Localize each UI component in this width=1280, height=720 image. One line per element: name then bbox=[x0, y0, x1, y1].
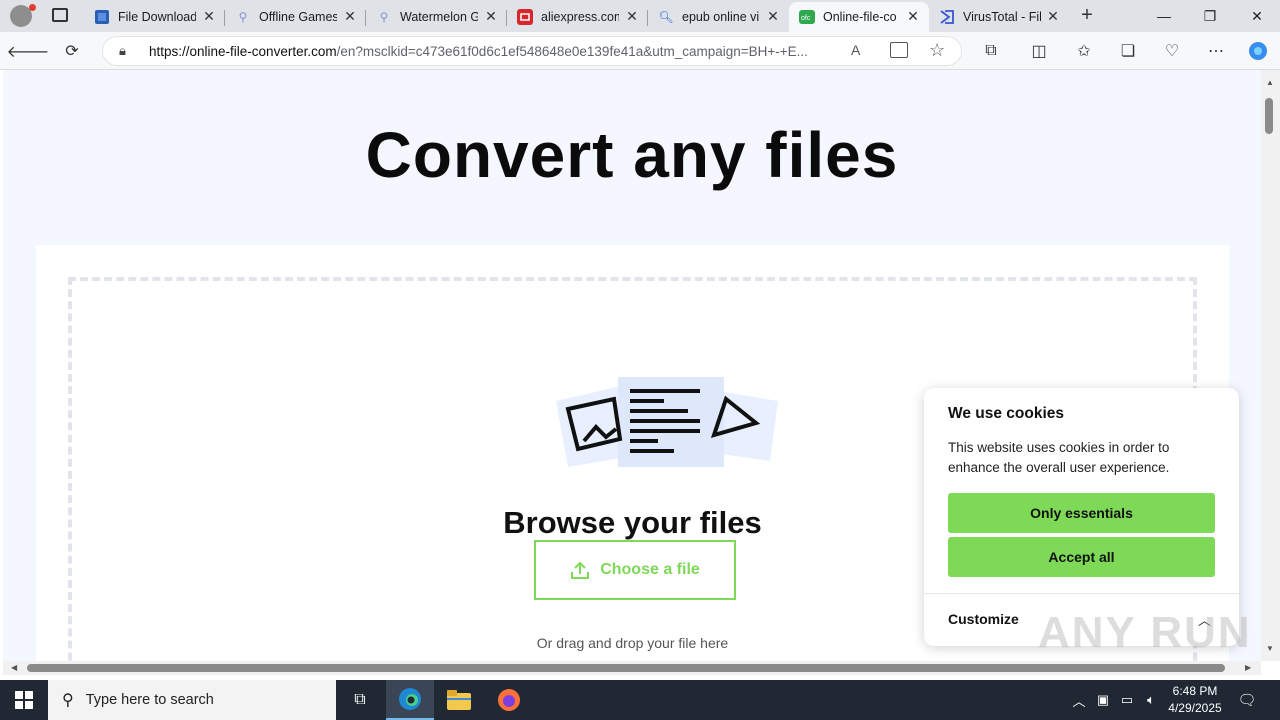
address-bar[interactable]: 🔒︎ https://online-file-converter.com/en?… bbox=[102, 36, 962, 66]
scroll-left-icon[interactable]: ◀ bbox=[11, 663, 17, 672]
aliexpress-icon bbox=[517, 9, 533, 25]
tab-title: Offline Games bbox=[259, 10, 337, 24]
close-window-button[interactable]: ✕ bbox=[1234, 0, 1280, 32]
system-clock[interactable]: 6:48 PM 4/29/2025 bbox=[1160, 683, 1230, 717]
upload-icon bbox=[571, 561, 590, 579]
tab-watermelon[interactable]: ⚲ Watermelon G ✕ bbox=[366, 2, 507, 32]
minimize-button[interactable]: — bbox=[1141, 0, 1187, 32]
tab-title: Online-file-co bbox=[823, 10, 897, 24]
vertical-scrollbar[interactable]: ▲ ▼ bbox=[1261, 70, 1280, 661]
search-icon: 🔍︎ bbox=[658, 10, 674, 24]
split-screen-icon[interactable]: ◫ bbox=[1028, 40, 1050, 62]
settings-more-icon[interactable]: ⋯ bbox=[1205, 40, 1227, 62]
close-icon[interactable]: ✕ bbox=[905, 8, 921, 24]
clock-time: 6:48 PM bbox=[1172, 684, 1218, 698]
browser-essentials-icon[interactable]: ♡ bbox=[1161, 40, 1183, 62]
close-icon[interactable]: ✕ bbox=[483, 8, 499, 24]
page-title: Convert any files bbox=[365, 119, 899, 191]
tab-offline-games[interactable]: ⚲ Offline Games ✕ bbox=[225, 2, 366, 32]
copilot-icon[interactable] bbox=[1247, 40, 1269, 62]
word-icon bbox=[94, 9, 110, 25]
windows-taskbar: ⚲ Type here to search ⧉ ︿ ▣ ▭ 🔈︎ 6:48 PM… bbox=[0, 680, 1280, 720]
ofc-icon: ofc bbox=[799, 9, 815, 25]
network-adapter-icon[interactable]: ▣ bbox=[1094, 691, 1112, 709]
favorite-star-icon[interactable]: ☆ bbox=[929, 40, 945, 61]
refresh-icon[interactable]: ⟳ bbox=[61, 40, 83, 62]
close-icon[interactable]: ✕ bbox=[1045, 8, 1061, 24]
site-icon: ⚲ bbox=[379, 10, 389, 24]
anyrun-watermark: ANY RUN bbox=[1038, 608, 1252, 657]
close-icon[interactable]: ✕ bbox=[765, 8, 781, 24]
scroll-up-icon[interactable]: ▲ bbox=[1266, 78, 1274, 87]
volume-icon[interactable]: 🔈︎ bbox=[1142, 691, 1160, 709]
browser-toolbar: 🡐 ⟳ 🔒︎ https://online-file-converter.com… bbox=[0, 32, 1280, 70]
scroll-right-icon[interactable]: ▶ bbox=[1245, 663, 1251, 672]
file-types-illustration bbox=[556, 377, 778, 467]
tab-title: aliexpress.com bbox=[541, 10, 619, 24]
choose-file-button[interactable]: Choose a file bbox=[534, 540, 736, 600]
search-placeholder: Type here to search bbox=[85, 692, 214, 708]
tab-title: Watermelon G bbox=[400, 10, 478, 24]
customize-toggle[interactable]: Customize bbox=[948, 611, 1019, 627]
lock-icon[interactable]: 🔒︎ bbox=[119, 43, 126, 59]
read-aloud-icon[interactable]: A bbox=[851, 42, 860, 58]
tab-strip: File Download ✕ ⚲ Offline Games ✕ ⚲ Wate… bbox=[0, 0, 1280, 32]
windows-icon bbox=[15, 691, 33, 709]
tab-aliexpress[interactable]: aliexpress.com ✕ bbox=[507, 2, 648, 32]
extensions-icon[interactable]: ⧉ bbox=[980, 40, 1002, 62]
notifications-icon[interactable]: 🗨︎ bbox=[1237, 691, 1256, 709]
only-essentials-button[interactable]: Only essentials bbox=[948, 493, 1215, 533]
file-explorer-icon[interactable] bbox=[435, 680, 483, 720]
show-hidden-icons-icon[interactable]: ︿ bbox=[1070, 691, 1088, 709]
close-icon[interactable]: ✕ bbox=[342, 8, 358, 24]
start-button[interactable] bbox=[0, 680, 48, 720]
close-icon[interactable]: ✕ bbox=[624, 8, 640, 24]
network-icon[interactable]: ▭ bbox=[1118, 691, 1136, 709]
edge-taskbar-icon[interactable] bbox=[386, 680, 434, 720]
url-text: https://online-file-converter.com/en?msc… bbox=[149, 44, 808, 59]
task-view-button[interactable]: ⧉ bbox=[336, 680, 384, 720]
back-icon[interactable]: 🡐 bbox=[7, 40, 50, 62]
tab-title: epub online vi bbox=[682, 10, 760, 24]
divider bbox=[924, 593, 1239, 594]
profile-icon[interactable] bbox=[10, 4, 36, 27]
tab-title: VirusTotal - Fil bbox=[963, 10, 1041, 24]
svg-text:ofc: ofc bbox=[801, 15, 811, 22]
tab-actions-icon[interactable] bbox=[52, 8, 68, 22]
favorites-icon[interactable]: ✩ bbox=[1073, 40, 1095, 62]
vertical-scroll-thumb[interactable] bbox=[1265, 98, 1273, 134]
horizontal-scroll-thumb[interactable] bbox=[27, 664, 1225, 672]
search-icon: ⚲ bbox=[62, 692, 74, 709]
clock-date: 4/29/2025 bbox=[1168, 701, 1222, 715]
cookie-description: This website uses cookies in order to en… bbox=[948, 440, 1170, 475]
tab-online-file-converter[interactable]: ofc Online-file-co ✕ bbox=[789, 2, 929, 32]
scroll-down-icon[interactable]: ▼ bbox=[1266, 644, 1274, 653]
taskbar-search[interactable]: ⚲ Type here to search bbox=[48, 680, 336, 720]
accept-all-button[interactable]: Accept all bbox=[948, 537, 1215, 577]
collections-icon[interactable]: ❏ bbox=[1117, 40, 1139, 62]
tab-file-download[interactable]: File Download ✕ bbox=[84, 2, 225, 32]
choose-file-label: Choose a file bbox=[600, 561, 700, 578]
horizontal-scrollbar[interactable]: ◀ ▶ bbox=[3, 661, 1261, 675]
cookie-title: We use cookies bbox=[948, 405, 1065, 422]
immersive-reader-icon[interactable] bbox=[890, 42, 908, 58]
restore-button[interactable]: ❐ bbox=[1187, 0, 1233, 32]
firefox-icon[interactable] bbox=[485, 680, 533, 720]
tab-title: File Download bbox=[118, 10, 196, 24]
site-icon: ⚲ bbox=[238, 10, 248, 24]
virustotal-icon bbox=[939, 9, 955, 25]
tab-epub-search[interactable]: 🔍︎ epub online vi ✕ bbox=[648, 2, 789, 32]
tab-virustotal[interactable]: VirusTotal - Fil ✕ bbox=[929, 2, 1069, 32]
new-tab-button[interactable]: + bbox=[1076, 4, 1098, 26]
close-icon[interactable]: ✕ bbox=[201, 8, 217, 24]
